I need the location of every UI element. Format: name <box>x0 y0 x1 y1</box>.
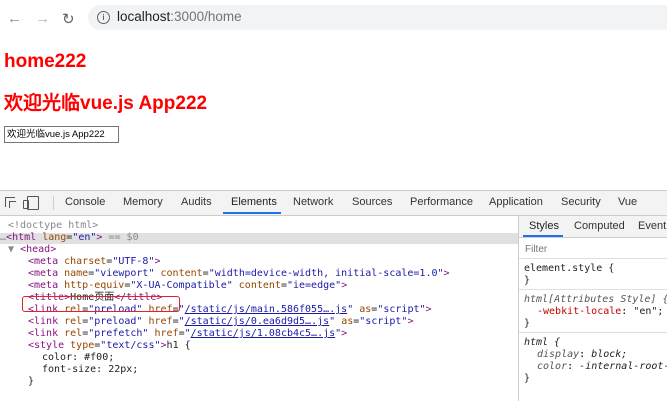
reload-icon[interactable]: ↻ <box>62 10 75 28</box>
url-text[interactable]: localhost:3000/home <box>117 9 242 24</box>
link2-as: script <box>365 316 402 327</box>
style-selector: h1 { <box>166 340 191 351</box>
dom-head-tag: head <box>26 244 51 255</box>
tab-network[interactable]: Network <box>293 196 333 208</box>
meta-viewport-val1: viewport <box>100 268 149 279</box>
dom-html-tag: html <box>12 232 37 243</box>
meta-viewport-attr2: content <box>160 268 203 279</box>
tab-performance[interactable]: Performance <box>410 196 473 208</box>
page-heading-home: home222 <box>4 51 87 72</box>
dom-style-node[interactable]: <style type="text/css">h1 { <box>28 340 191 352</box>
url-path: :3000/home <box>170 9 242 24</box>
site-info-icon[interactable]: i <box>97 11 110 24</box>
tab-elements[interactable]: Elements <box>231 196 277 208</box>
dom-html-node[interactable]: …<html lang="en"> == $0 <box>0 232 139 244</box>
dom-link-preload-0[interactable]: <link rel="preload" href="/static/js/0.e… <box>28 316 413 328</box>
link2-href[interactable]: /static/js/0.ea6d9d5….js <box>185 316 330 327</box>
tab-security[interactable]: Security <box>561 196 601 208</box>
attr-style-close: } <box>524 318 531 329</box>
dom-link-prefetch[interactable]: <link rel="prefetch" href="/static/js/1.… <box>28 328 347 340</box>
device-toolbar-icon[interactable] <box>23 196 39 210</box>
tab-application[interactable]: Application <box>489 196 543 208</box>
toolbar-divider <box>53 196 54 210</box>
link2-rel: preload <box>94 316 137 327</box>
meta-compat-attr2: content <box>238 280 281 291</box>
meta-compat-attr1: http-equiv <box>64 280 125 291</box>
tab-sources[interactable]: Sources <box>352 196 392 208</box>
meta-viewport-val2: width=device-width, initial-scale=1.0 <box>214 268 438 279</box>
tab-event-listeners[interactable]: Event <box>638 220 666 232</box>
dom-doctype[interactable]: <!doctype html> <box>8 220 98 232</box>
dom-meta-charset[interactable]: <meta charset="UTF-8"> <box>28 256 161 268</box>
page-heading-welcome: 欢迎光临vue.js App222 <box>4 93 208 114</box>
link1-href[interactable]: /static/js/main.586f055….js <box>185 304 348 315</box>
html-attributes-style-selector: html[Attributes Style] { <box>524 294 667 305</box>
expand-triangle-icon[interactable]: ▼ <box>8 244 14 255</box>
page-viewport: home222 欢迎光临vue.js App222 欢迎光临vue.js App… <box>0 36 667 190</box>
dom-meta-viewport[interactable]: <meta name="viewport" content="width=dev… <box>28 268 450 280</box>
inspect-element-icon[interactable] <box>5 197 15 207</box>
dom-selected-marker: == $0 <box>108 232 139 243</box>
tab-vue[interactable]: Vue <box>618 196 637 208</box>
back-arrow-icon[interactable]: ← <box>7 10 22 27</box>
meta-compat-val1: X-UA-Compatible <box>136 280 227 291</box>
color-decl: color: -internal-root-color; <box>537 361 667 372</box>
dom-head-node[interactable]: ▼ <head> <box>8 244 56 256</box>
link3-href[interactable]: /static/js/1.08cb4c5….js <box>191 328 336 339</box>
display-decl: display: block; <box>537 349 628 360</box>
html-rule-close: } <box>524 373 531 384</box>
tab-memory[interactable]: Memory <box>123 196 163 208</box>
url-host: localhost <box>117 9 171 24</box>
style-type-attr: type <box>70 340 95 351</box>
forward-arrow-icon[interactable]: → <box>35 10 50 27</box>
meta-charset-value: UTF-8 <box>118 256 149 267</box>
styles-active-indicator <box>523 235 563 237</box>
webkit-locale-decl: -webkit-locale: "en"; <box>537 306 664 317</box>
tab-styles[interactable]: Styles <box>529 220 559 232</box>
style-type-value: text/css <box>106 340 155 351</box>
html-ua-rule-selector: html { <box>524 337 561 348</box>
styles-tabbar: Styles Computed Event <box>519 216 667 238</box>
address-bar[interactable]: i localhost:3000/home <box>88 5 667 30</box>
title-annotation-box <box>22 296 180 312</box>
meta-charset-attr: charset <box>64 256 107 267</box>
active-tab-indicator <box>223 212 281 214</box>
browser-toolbar: ← → ↻ i localhost:3000/home <box>0 0 667 36</box>
meta-viewport-attr1: name <box>64 268 89 279</box>
tab-computed[interactable]: Computed <box>574 220 625 232</box>
dom-html-lang: en <box>78 232 91 243</box>
styles-pane: Styles Computed Event Filter element.sty… <box>518 216 667 401</box>
dom-meta-compat[interactable]: <meta http-equiv="X-UA-Compatible" conte… <box>28 280 347 292</box>
css-close-brace: } <box>28 376 35 387</box>
styles-divider <box>519 332 667 333</box>
devtools-tabbar: Console Memory Audits Elements Network S… <box>0 191 667 216</box>
link1-as: script <box>383 304 420 315</box>
styles-divider <box>519 258 667 259</box>
meta-compat-val2: ie=edge <box>293 280 336 291</box>
element-style-selector[interactable]: element.style { <box>524 263 614 275</box>
css-color-decl: color: #f00; <box>42 352 115 363</box>
tab-console[interactable]: Console <box>65 196 105 208</box>
dom-html-attr: lang <box>42 232 67 243</box>
css-font-decl: font-size: 22px; <box>42 364 139 375</box>
text-input[interactable]: 欢迎光临vue.js App222 <box>4 126 119 143</box>
styles-divider <box>519 289 667 290</box>
element-style-close: } <box>524 275 531 286</box>
tab-audits[interactable]: Audits <box>181 196 212 208</box>
styles-filter-input[interactable]: Filter <box>525 244 547 255</box>
link3-rel: prefetch <box>94 328 143 339</box>
